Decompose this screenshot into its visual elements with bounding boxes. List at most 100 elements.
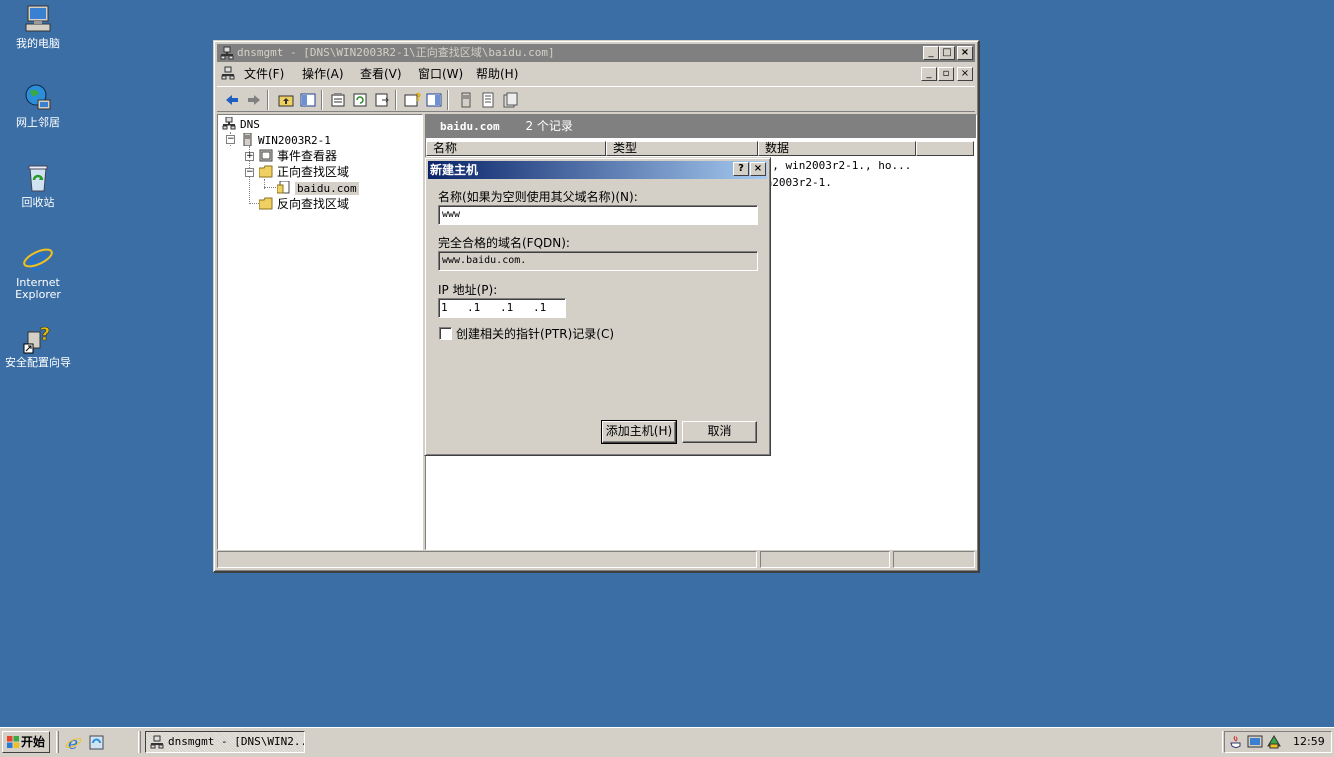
tree-label: 正向查找区域: [277, 165, 350, 179]
ie-quicklaunch-icon[interactable]: e: [65, 734, 82, 754]
results-header: baidu.com 2 个记录: [426, 115, 976, 138]
menu-bar: 文件(F) 操作(A) 查看(V) 窗口(W) 帮助(H) _ ▫ ×: [217, 64, 975, 84]
tree-node-zone-baidu[interactable]: baidu.com: [276, 180, 359, 196]
status-bar: [217, 550, 975, 568]
start-label: 开始: [21, 735, 46, 749]
tree-label: WIN2003R2-1: [258, 134, 331, 147]
forward-arrow-icon[interactable]: [245, 91, 263, 109]
mdi-restore-button[interactable]: ▫: [938, 67, 954, 81]
back-arrow-icon[interactable]: [223, 91, 241, 109]
computer-icon: [22, 3, 54, 35]
desktop-icon-label: 我的电脑: [16, 37, 60, 50]
collapse-toggle[interactable]: −: [245, 168, 254, 177]
window-titlebar[interactable]: dnsmgmt - [DNS\WIN2003R2-1\正向查找区域\baidu.…: [217, 44, 975, 62]
maximize-button[interactable]: □: [939, 46, 955, 60]
svg-text:e: e: [68, 734, 78, 751]
column-header-type[interactable]: 类型: [606, 141, 758, 156]
properties-icon[interactable]: [329, 91, 347, 109]
column-header-data[interactable]: 数据: [758, 141, 916, 156]
fqdn-label: 完全合格的域名(FQDN):: [438, 236, 570, 250]
column-header-name[interactable]: 名称: [426, 141, 606, 156]
internet-explorer-icon: e: [22, 240, 54, 278]
taskbar: 开始 e dnsmgmt - [DNS\WIN2... 12:59: [0, 727, 1334, 757]
minimize-button[interactable]: _: [923, 46, 939, 60]
new-record-icon[interactable]: [479, 91, 497, 109]
svg-text:?: ?: [415, 91, 421, 104]
dialog-help-button[interactable]: ?: [733, 162, 749, 176]
dns-app-icon: [220, 46, 234, 60]
record-count: 2 个记录: [525, 119, 573, 133]
ptr-checkbox[interactable]: [439, 327, 452, 340]
clock: 12:59: [1293, 735, 1325, 748]
dialog-titlebar[interactable]: 新建主机 ? ×: [428, 161, 767, 179]
menu-window[interactable]: 窗口(W): [418, 64, 463, 84]
ip-address-input[interactable]: 1 .1 .1 .1: [438, 298, 566, 318]
mdi-close-button[interactable]: ×: [957, 67, 973, 81]
fqdn-field: www.baidu.com.: [438, 251, 758, 271]
tree-label: 反向查找区域: [277, 197, 350, 211]
security-tray-icon[interactable]: [1266, 734, 1282, 757]
desktop-icon-network[interactable]: 网上邻居: [0, 82, 76, 129]
dns-app-icon: [150, 735, 164, 752]
host-name-input[interactable]: www: [438, 205, 758, 225]
menu-action[interactable]: 操作(A): [302, 64, 344, 84]
toolbar-handle: [56, 731, 59, 753]
menu-file[interactable]: 文件(F): [244, 64, 284, 84]
network-tray-icon[interactable]: [1247, 734, 1263, 757]
tree-node-forward-zones[interactable]: 正向查找区域: [258, 164, 350, 180]
tree-label: baidu.com: [295, 182, 359, 195]
server-icon[interactable]: [457, 91, 475, 109]
tree-node-server[interactable]: WIN2003R2-1: [240, 132, 331, 148]
status-panel: [760, 551, 890, 568]
network-globe-icon: [22, 82, 54, 114]
cancel-button[interactable]: 取消: [682, 421, 757, 443]
action-pane-icon[interactable]: [425, 91, 443, 109]
ptr-label[interactable]: 创建相关的指针(PTR)记录(C): [456, 325, 614, 342]
up-folder-icon[interactable]: [277, 91, 295, 109]
mdi-controls: _ ▫ ×: [921, 65, 975, 83]
zone-file-icon: [276, 180, 291, 194]
taskbar-task-dnsmgmt[interactable]: dnsmgmt - [DNS\WIN2...: [145, 731, 305, 753]
desktop-icon-label: Internet Explorer: [15, 276, 61, 301]
console-icon[interactable]: [221, 64, 235, 84]
server-icon: [240, 132, 254, 147]
tree-node-event-viewer[interactable]: 事件查看器: [259, 148, 337, 164]
tree-node-reverse-zones[interactable]: 反向查找区域: [258, 196, 350, 212]
start-button[interactable]: 开始: [2, 731, 50, 753]
add-host-button[interactable]: 添加主机(H): [601, 420, 677, 444]
mdi-minimize-button[interactable]: _: [921, 67, 937, 81]
expand-toggle[interactable]: +: [245, 152, 254, 161]
desktop-icon-my-computer[interactable]: 我的电脑: [0, 3, 76, 50]
status-panel: [893, 551, 975, 568]
collapse-toggle[interactable]: −: [226, 135, 235, 144]
show-hide-tree-icon[interactable]: [299, 91, 317, 109]
ip-octet-4[interactable]: .1: [533, 299, 546, 316]
desktop-icon-security-wizard[interactable]: ? 安全配置向导: [0, 322, 76, 369]
folder-icon: [258, 197, 273, 210]
show-desktop-icon[interactable]: [88, 734, 105, 754]
tree-node-dns[interactable]: DNS: [222, 116, 260, 132]
status-panel: [217, 551, 757, 568]
toolbar-separator: [321, 90, 323, 110]
java-tray-icon[interactable]: [1228, 734, 1244, 757]
toolbar-separator: [447, 90, 449, 110]
toolbar-separator: [395, 90, 397, 110]
close-button[interactable]: ×: [957, 46, 973, 60]
ip-octet-3[interactable]: .1: [500, 299, 513, 316]
menu-view[interactable]: 查看(V): [360, 64, 402, 84]
desktop-icon-recycle-bin[interactable]: 回收站: [0, 162, 76, 209]
ip-octet-2[interactable]: .1: [467, 299, 480, 316]
desktop-icon-internet-explorer[interactable]: e Internet Explorer: [0, 240, 76, 301]
dialog-close-button[interactable]: ×: [750, 162, 766, 176]
menu-help[interactable]: 帮助(H): [476, 64, 518, 84]
dns-icon: [222, 116, 236, 130]
new-domain-icon[interactable]: [501, 91, 519, 109]
column-header-blank: [916, 141, 974, 156]
refresh-icon[interactable]: [351, 91, 369, 109]
help-icon[interactable]: ?: [403, 91, 421, 109]
record-data-cell[interactable]: 1], win2003r2-1., ho...: [759, 159, 911, 172]
export-list-icon[interactable]: [373, 91, 391, 109]
windows-flag-icon: [6, 735, 20, 755]
ip-octet-1[interactable]: 1: [441, 299, 448, 316]
new-host-dialog: 新建主机 ? × 名称(如果为空则使用其父域名称)(N): www 完全合格的域…: [424, 157, 771, 456]
